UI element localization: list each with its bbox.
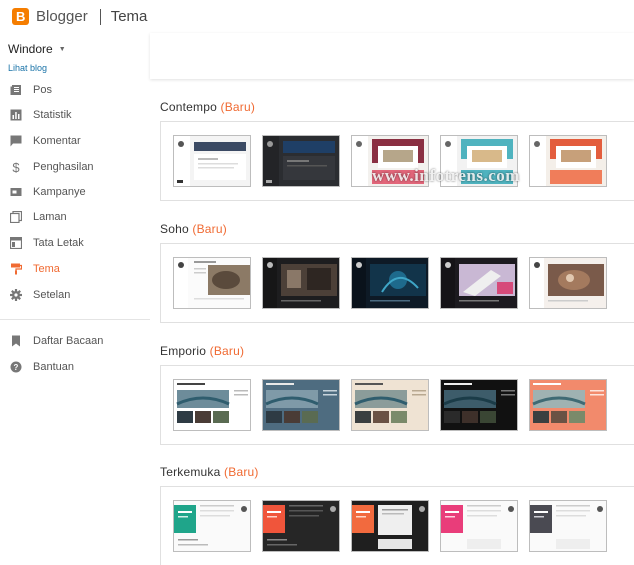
caret-down-icon: ▼ <box>58 45 66 53</box>
sidebar-item-penghasilan[interactable]: $ Penghasilan <box>10 157 94 177</box>
sidebar-item-daftar-bacaan[interactable]: Daftar Bacaan <box>10 331 103 351</box>
sidebar-item-laman[interactable]: Laman <box>10 207 67 227</box>
section-title-emporio: Emporio (Baru) <box>160 344 245 358</box>
app-header: B Blogger Tema <box>0 0 634 33</box>
brand-name[interactable]: Blogger <box>36 8 88 25</box>
sidebar-item-komentar[interactable]: Komentar <box>10 131 81 151</box>
blogger-logo-icon[interactable]: B <box>12 8 29 25</box>
layout-icon <box>10 237 22 249</box>
theme-gallery-area: Contempo (Baru) Soho (Baru) Emporio (Bar… <box>150 33 634 565</box>
svg-text:?: ? <box>14 363 19 372</box>
sidebar-item-tema[interactable]: Tema <box>10 259 60 279</box>
sidebar-item-label: Tata Letak <box>33 237 84 249</box>
page-title: Tema <box>110 8 148 25</box>
sidebar-item-label: Pos <box>33 84 52 96</box>
blog-name: Windore <box>8 42 53 56</box>
theme-thumbnail[interactable] <box>351 379 429 431</box>
theme-thumbnail[interactable] <box>351 257 429 309</box>
sidebar-item-label: Tema <box>33 263 60 275</box>
theme-thumbnail[interactable] <box>529 379 607 431</box>
bookmark-icon <box>10 335 22 347</box>
sidebar-item-label: Statistik <box>33 109 72 121</box>
view-blog-link[interactable]: Lihat blog <box>8 63 47 73</box>
theme-thumbnail[interactable] <box>173 257 251 309</box>
pages-icon <box>10 211 22 223</box>
dollar-icon: $ <box>12 159 20 175</box>
sidebar: Windore ▼ Lihat blog Pos Statistik Komen… <box>0 33 150 565</box>
section-title-terkemuka: Terkemuka (Baru) <box>160 465 259 479</box>
sidebar-item-label: Laman <box>33 211 67 223</box>
main-topbar <box>150 33 634 79</box>
blog-selector[interactable]: Windore ▼ <box>8 42 66 56</box>
gear-icon <box>10 289 22 301</box>
theme-thumbnail[interactable] <box>173 135 251 187</box>
theme-thumbnail[interactable] <box>529 257 607 309</box>
theme-thumbnail[interactable] <box>262 135 340 187</box>
new-badge: (Baru) <box>224 465 259 479</box>
section-title-contempo: Contempo (Baru) <box>160 100 256 114</box>
sidebar-item-label: Komentar <box>33 135 81 147</box>
sidebar-item-statistik[interactable]: Statistik <box>10 105 72 125</box>
header-divider <box>99 8 101 25</box>
theme-thumbnail[interactable] <box>262 379 340 431</box>
sidebar-item-label: Setelan <box>33 289 71 301</box>
sidebar-item-label: Kampanye <box>33 186 86 198</box>
new-badge: (Baru) <box>192 222 227 236</box>
sidebar-item-label: Penghasilan <box>33 161 94 173</box>
theme-thumbnail[interactable] <box>262 500 340 552</box>
sidebar-divider <box>0 319 150 320</box>
theme-thumbnail[interactable] <box>262 257 340 309</box>
theme-thumbnail[interactable] <box>173 500 251 552</box>
theme-thumbnail[interactable] <box>440 257 518 309</box>
theme-thumbnail[interactable] <box>529 135 607 187</box>
sidebar-item-label: Daftar Bacaan <box>33 335 104 347</box>
theme-row-soho <box>160 243 634 323</box>
theme-row-contempo <box>160 121 634 201</box>
posts-icon <box>10 84 22 96</box>
campaign-icon <box>10 186 22 198</box>
theme-row-emporio <box>160 365 634 445</box>
new-badge: (Baru) <box>220 100 256 114</box>
sidebar-item-pos[interactable]: Pos <box>10 80 52 100</box>
help-icon: ? <box>10 361 22 373</box>
sidebar-item-setelan[interactable]: Setelan <box>10 285 70 305</box>
sidebar-item-bantuan[interactable]: ? Bantuan <box>10 357 74 377</box>
new-badge: (Baru) <box>209 344 245 358</box>
theme-thumbnail[interactable] <box>440 379 518 431</box>
watermark: www.infotrens.com <box>372 166 520 185</box>
theme-thumbnail[interactable] <box>529 500 607 552</box>
paint-roller-icon <box>10 263 22 275</box>
stats-icon <box>10 109 22 121</box>
theme-row-terkemuka <box>160 486 634 565</box>
section-title-soho: Soho (Baru) <box>160 222 227 236</box>
comment-icon <box>10 135 22 147</box>
theme-thumbnail[interactable] <box>440 500 518 552</box>
theme-thumbnail[interactable] <box>351 500 429 552</box>
sidebar-item-kampanye[interactable]: Kampanye <box>10 182 86 202</box>
sidebar-item-label: Bantuan <box>33 361 74 373</box>
theme-thumbnail[interactable] <box>173 379 251 431</box>
sidebar-item-tata-letak[interactable]: Tata Letak <box>10 233 84 253</box>
